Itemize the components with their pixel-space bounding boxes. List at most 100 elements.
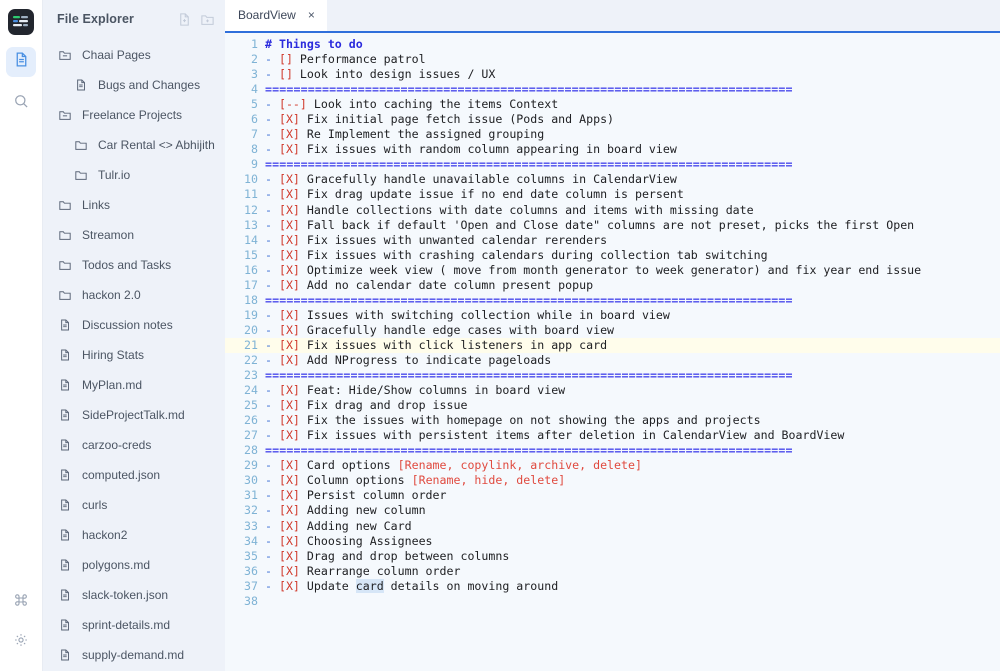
code-line[interactable]: 14- [X] Fix issues with unwanted calenda…	[225, 233, 1000, 248]
code-line[interactable]: 15- [X] Fix issues with crashing calenda…	[225, 248, 1000, 263]
code-line[interactable]: 38	[225, 594, 1000, 609]
tree-item-label: sprint-details.md	[82, 618, 171, 632]
code-line[interactable]: 34- [X] Choosing Assignees	[225, 534, 1000, 549]
tree-item[interactable]: computed.json	[43, 460, 225, 490]
code-line[interactable]: 11- [X] Fix drag update issue if no end …	[225, 187, 1000, 202]
editor-tabbar: BoardView ×	[225, 0, 1000, 33]
code-token-plain: Fix drag update issue if no end date col…	[299, 187, 684, 202]
code-line[interactable]: 25- [X] Fix drag and drop issue	[225, 398, 1000, 413]
editor-tab[interactable]: BoardView ×	[225, 0, 327, 31]
line-number: 6	[251, 112, 258, 127]
rail-item-files[interactable]	[6, 47, 36, 77]
code-line[interactable]: 27- [X] Fix issues with persistent items…	[225, 428, 1000, 443]
code-line[interactable]: 1 # Things to do	[225, 37, 1000, 52]
code-token-sep: ========================================…	[265, 82, 793, 97]
code-token-dash: -	[265, 307, 279, 322]
code-line[interactable]: 7- [X] Re Implement the assigned groupin…	[225, 127, 1000, 142]
code-token-plain: Add NProgress to indicate pageloads	[299, 352, 552, 367]
tree-item[interactable]: Car Rental <> Abhijith	[43, 130, 225, 160]
code-line-text: - [X] Handle collections with date colum…	[265, 203, 1000, 218]
code-line[interactable]: 22- [X] Add NProgress to indicate pagelo…	[225, 353, 1000, 368]
code-line[interactable]: 13- [X] Fall back if default 'Open and C…	[225, 218, 1000, 233]
tree-item[interactable]: Bugs and Changes	[43, 70, 225, 100]
code-token-dash: -	[265, 578, 279, 593]
app-logo	[8, 9, 34, 35]
line-number: 34	[244, 533, 258, 548]
tree-item[interactable]: Todos and Tasks	[43, 250, 225, 280]
tree-item[interactable]: hackon2	[43, 520, 225, 550]
code-line-text: ========================================…	[265, 157, 1000, 172]
code-line[interactable]: 17- [X] Add no calendar date column pres…	[225, 278, 1000, 293]
code-line-text: ========================================…	[265, 82, 1000, 97]
code-line[interactable]: 20- [X] Gracefully handle edge cases wit…	[225, 323, 1000, 338]
activity-rail	[0, 0, 43, 671]
tree-item[interactable]: hackon 2.0	[43, 280, 225, 310]
code-token-dash: -	[265, 127, 279, 142]
code-line[interactable]: 28 ======================================…	[225, 443, 1000, 458]
new-file-icon[interactable]	[176, 11, 192, 27]
tree-item[interactable]: supply-demand.md	[43, 640, 225, 670]
code-token-plain: Adding new Card	[299, 518, 412, 533]
line-number: 5	[251, 97, 258, 112]
code-token-plain: Gracefully handle unavailable columns in…	[299, 172, 677, 187]
code-line[interactable]: 23 ======================================…	[225, 368, 1000, 383]
tree-item-label: Links	[82, 198, 111, 212]
code-line[interactable]: 26- [X] Fix the issues with homepage on …	[225, 413, 1000, 428]
code-line[interactable]: 30- [X] Column options [Rename, hide, de…	[225, 473, 1000, 488]
code-line[interactable]: 8- [X] Fix issues with random column app…	[225, 142, 1000, 157]
folder-icon	[57, 227, 73, 243]
code-line[interactable]: 33- [X] Adding new Card	[225, 519, 1000, 534]
code-token-plain: Card options	[299, 458, 398, 473]
new-folder-icon[interactable]	[199, 11, 215, 27]
rail-item-settings[interactable]	[6, 627, 36, 657]
code-line[interactable]: 36- [X] Rearrange column order	[225, 564, 1000, 579]
code-line[interactable]: 29- [X] Card options [Rename, copylink, …	[225, 458, 1000, 473]
folder-icon	[57, 257, 73, 273]
code-line[interactable]: 16- [X] Optimize week view ( move from m…	[225, 263, 1000, 278]
line-number: 11	[244, 187, 258, 202]
tree-item[interactable]: Streamon	[43, 220, 225, 250]
code-line[interactable]: 9 =======================================…	[225, 157, 1000, 172]
code-token-box: [X]	[278, 232, 300, 247]
tree-item[interactable]: SideProjectTalk.md	[43, 400, 225, 430]
tree-item[interactable]: Chaai Pages	[43, 40, 225, 70]
code-line[interactable]: 21- [X] Fix issues with click listeners …	[225, 337, 1000, 353]
code-line[interactable]: 19- [X] Issues with switching collection…	[225, 308, 1000, 323]
tree-item[interactable]: slack-token.json	[43, 580, 225, 610]
close-icon[interactable]: ×	[305, 8, 318, 21]
line-number: 37	[244, 578, 258, 593]
code-line[interactable]: 12- [X] Handle collections with date col…	[225, 203, 1000, 218]
file-icon	[57, 407, 73, 423]
tree-item[interactable]: Tulr.io	[43, 160, 225, 190]
tree-item[interactable]: MyPlan.md	[43, 370, 225, 400]
code-editor[interactable]: 1 # Things to do 2- [] Performance patrol 3…	[225, 33, 1000, 671]
line-number: 7	[251, 127, 258, 142]
tree-item[interactable]: carzoo-creds	[43, 430, 225, 460]
code-line[interactable]: 10- [X] Gracefully handle unavailable co…	[225, 172, 1000, 187]
code-line[interactable]: 31- [X] Persist column order	[225, 488, 1000, 503]
rail-item-commands[interactable]	[6, 587, 36, 617]
tree-item[interactable]: polygons.md	[43, 550, 225, 580]
code-line[interactable]: 24- [X] Feat: Hide/Show columns in board…	[225, 383, 1000, 398]
file-icon	[73, 77, 89, 93]
code-token-dash: -	[265, 458, 279, 473]
rail-item-search[interactable]	[6, 89, 36, 119]
tree-item[interactable]: Hiring Stats	[43, 340, 225, 370]
tree-item[interactable]: curls	[43, 490, 225, 520]
code-line[interactable]: 2- [] Performance patrol	[225, 52, 1000, 67]
tree-item[interactable]: sprint-details.md	[43, 610, 225, 640]
line-number: 4	[251, 82, 258, 97]
code-line[interactable]: 35- [X] Drag and drop between columns	[225, 549, 1000, 564]
code-line[interactable]: 32- [X] Adding new column	[225, 503, 1000, 518]
line-number: 8	[251, 142, 258, 157]
code-line[interactable]: 6- [X] Fix initial page fetch issue (Pod…	[225, 112, 1000, 127]
tree-item[interactable]: Freelance Projects	[43, 100, 225, 130]
tree-item[interactable]: Discussion notes	[43, 310, 225, 340]
code-token-box: []	[278, 52, 293, 67]
code-line[interactable]: 5- [--] Look into caching the items Cont…	[225, 97, 1000, 112]
code-line[interactable]: 4 =======================================…	[225, 82, 1000, 97]
code-line[interactable]: 3- [] Look into design issues / UX	[225, 67, 1000, 82]
code-line[interactable]: 37- [X] Update card details on moving ar…	[225, 578, 1000, 594]
tree-item[interactable]: Links	[43, 190, 225, 220]
code-line[interactable]: 18 ======================================…	[225, 293, 1000, 308]
